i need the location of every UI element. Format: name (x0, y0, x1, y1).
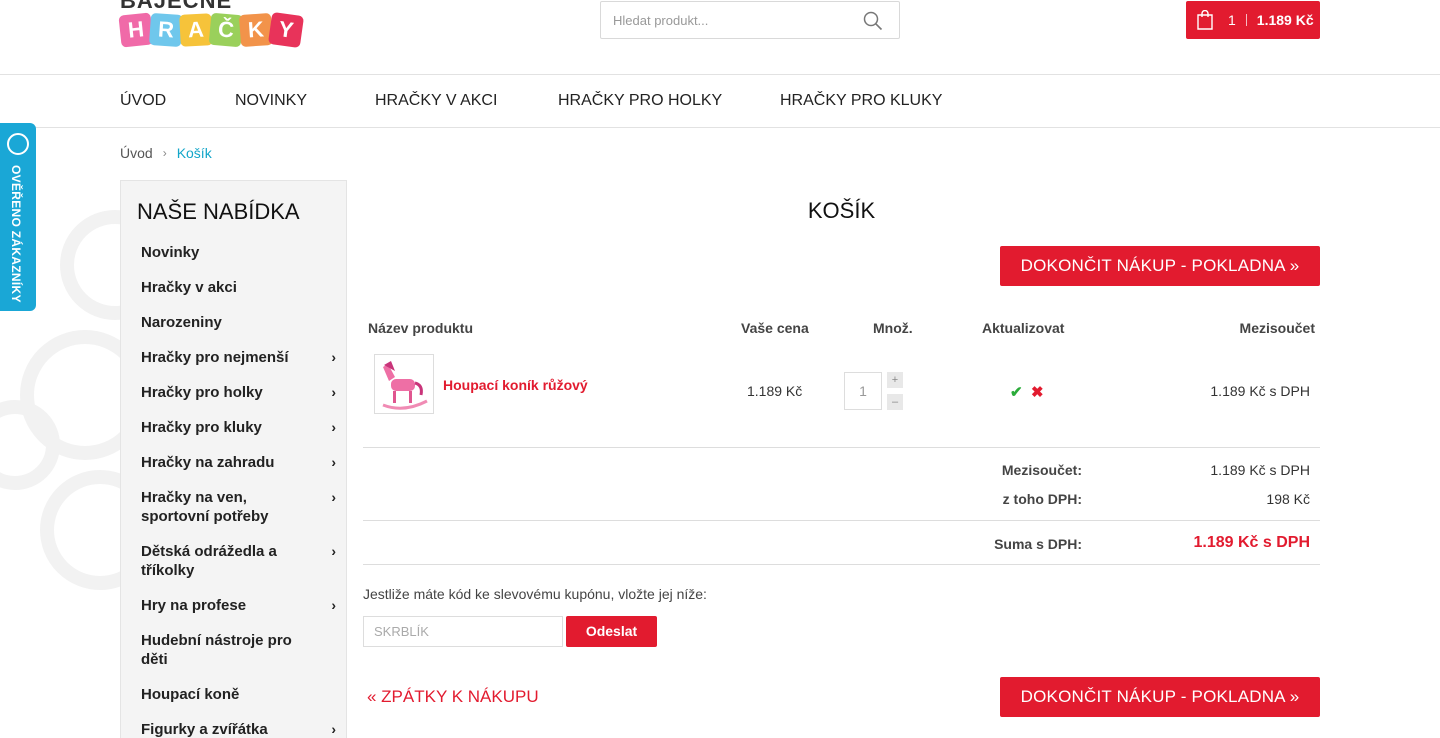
chevron-right-icon: › (331, 419, 336, 435)
nav-item-hracky-pro-holky[interactable]: HRAČKY PRO HOLKY (558, 92, 722, 110)
divider (363, 520, 1320, 521)
logo-top-text: BÁJEČNÉ (120, 0, 233, 13)
coupon-instructions: Jestliže máte kód ke slevovému kupónu, v… (363, 586, 707, 602)
checkout-button-top[interactable]: DOKONČIT NÁKUP - POKLADNA » (1000, 246, 1320, 286)
checkout-button-bottom[interactable]: DOKONČIT NÁKUP - POKLADNA » (1000, 677, 1320, 717)
search-icon (863, 11, 883, 31)
header-price: Vaše cena (741, 320, 809, 336)
sidebar-item-label: Houpací koně (141, 686, 240, 703)
logo-letter: R (148, 12, 184, 48)
sidebar-title: NAŠE NABÍDKA (137, 199, 300, 224)
search-box (600, 1, 900, 39)
chevron-right-icon: › (162, 146, 167, 160)
page-title: KOŠÍK (807, 198, 876, 223)
main-nav: ÚVOD NOVINKY HRAČKY V AKCI HRAČKY PRO HO… (0, 75, 1440, 128)
site-logo[interactable]: BÁJEČNÉ H R A Č K Y (118, 0, 340, 58)
logo-letter: A (179, 13, 213, 47)
shopping-bag-icon (1197, 10, 1213, 30)
sidebar-item[interactable]: Hračky na zahradu › (141, 453, 336, 472)
header-qty: Množ. (873, 320, 913, 336)
summary-total-value: 1.189 Kč s DPH (1193, 534, 1310, 551)
sidebar-item[interactable]: Hudební nástroje pro děti (141, 631, 336, 669)
header-update: Aktualizovat (982, 320, 1065, 336)
sidebar-item-label: Novinky (141, 244, 200, 261)
logo-letter-blocks: H R A Č K Y (118, 11, 305, 49)
product-price: 1.189 Kč (747, 383, 803, 399)
sidebar-item-label: Hračky pro kluky (141, 419, 262, 436)
search-button[interactable] (863, 11, 883, 31)
quantity-plus-button[interactable]: + (887, 372, 903, 388)
sidebar-item[interactable]: Hračky v akci (141, 278, 336, 297)
sidebar-item-label: Narozeniny (141, 314, 222, 331)
sidebar-item-label: Hračky v akci (141, 279, 237, 296)
sidebar-item-label: Dětská odrážedla a tříkolky (141, 543, 277, 579)
sidebar-item[interactable]: Hračky pro kluky › (141, 418, 336, 437)
chevron-right-icon: › (331, 349, 336, 365)
chevron-right-icon: › (331, 721, 336, 737)
cart-total: 1.189 Kč (1256, 12, 1314, 28)
verified-badge-icon (7, 133, 29, 155)
nav-item-hracky-pro-kluky[interactable]: HRAČKY PRO KLUKY (780, 92, 942, 110)
sidebar-item[interactable]: Figurky a zvířátka › (141, 720, 336, 738)
sidebar-item[interactable]: Houpací koně (141, 685, 336, 704)
category-sidebar: NAŠE NABÍDKA Novinky Hračky v akci Naroz… (120, 180, 347, 738)
summary-vat-value: 198 Kč (1266, 491, 1310, 507)
cart-button[interactable]: 1 1.189 Kč (1186, 1, 1320, 39)
nav-item-hracky-v-akci[interactable]: HRAČKY V AKCI (375, 92, 497, 110)
rocking-horse-image (382, 361, 428, 410)
chevron-right-icon: › (331, 489, 336, 505)
nav-item-novinky[interactable]: NOVINKY (235, 92, 307, 110)
header-subtotal: Mezisoučet (1239, 320, 1315, 336)
cart-separator (1245, 14, 1247, 26)
logo-letter: Č (208, 12, 244, 48)
logo-letter: H (118, 12, 154, 48)
verified-label: OVĚŘENO ZÁKAZNÍKY (9, 165, 23, 303)
product-thumbnail[interactable] (374, 354, 434, 414)
sidebar-item[interactable]: Hračky na ven, sportovní potřeby › (141, 488, 336, 526)
sidebar-item[interactable]: Dětská odrážedla a tříkolky › (141, 542, 336, 580)
sidebar-item[interactable]: Hry na profese › (141, 596, 336, 615)
chevron-right-icon: › (331, 543, 336, 559)
sidebar-item[interactable]: Novinky (141, 243, 336, 262)
chevron-right-icon: › (331, 454, 336, 470)
breadcrumb-home[interactable]: Úvod (120, 145, 153, 161)
sidebar-item-label: Hračky na ven, sportovní potřeby (141, 489, 269, 525)
sidebar-item[interactable]: Narozeniny (141, 313, 336, 332)
sidebar-item-label: Hudební nástroje pro děti (141, 632, 292, 668)
divider (363, 564, 1320, 565)
coupon-code-input[interactable] (363, 616, 563, 647)
remove-item-icon[interactable]: ✖ (1031, 383, 1044, 401)
product-name-link[interactable]: Houpací koník růžový (443, 377, 588, 393)
summary-subtotal-value: 1.189 Kč s DPH (1210, 462, 1310, 478)
logo-letter: K (238, 12, 274, 48)
logo-letter: Y (267, 11, 305, 49)
verified-by-customers-tab[interactable]: OVĚŘENO ZÁKAZNÍKY (0, 123, 36, 311)
quantity-input[interactable]: 1 (844, 372, 882, 410)
chevron-right-icon: › (331, 384, 336, 400)
header-product: Název produktu (368, 320, 474, 336)
summary-subtotal-label: Mezisoučet: (1001, 462, 1082, 478)
divider (363, 447, 1320, 448)
cart-count: 1 (1228, 12, 1236, 28)
back-to-shopping-link[interactable]: « ZPÁTKY K NÁKUPU (367, 687, 539, 707)
sidebar-item[interactable]: Hračky pro nejmenší › (141, 348, 336, 367)
breadcrumb-current: Košík (176, 145, 212, 161)
coupon-submit-button[interactable]: Odeslat (566, 616, 657, 647)
summary-vat-label: z toho DPH: (1002, 491, 1082, 507)
summary-total-label: Suma s DPH: (994, 536, 1082, 552)
sidebar-item-label: Hračky pro holky (141, 384, 263, 401)
item-subtotal: 1.189 Kč s DPH (1210, 383, 1310, 399)
sidebar-item-label: Hry na profese (141, 597, 247, 614)
breadcrumb: Úvod › Košík (120, 145, 212, 161)
sidebar-item-label: Hračky na zahradu (141, 454, 275, 471)
sidebar-item-label: Hračky pro nejmenší (141, 349, 289, 366)
update-check-icon[interactable]: ✔ (1010, 383, 1023, 401)
search-input[interactable] (613, 3, 863, 37)
sidebar-item-label: Figurky a zvířátka (141, 721, 268, 738)
chevron-right-icon: › (331, 597, 336, 613)
sidebar-item[interactable]: Hračky pro holky › (141, 383, 336, 402)
site-header: BÁJEČNÉ H R A Č K Y 1 1.189 Kč (0, 0, 1440, 75)
nav-item-uvod[interactable]: ÚVOD (120, 92, 166, 110)
quantity-minus-button[interactable]: – (887, 394, 903, 410)
